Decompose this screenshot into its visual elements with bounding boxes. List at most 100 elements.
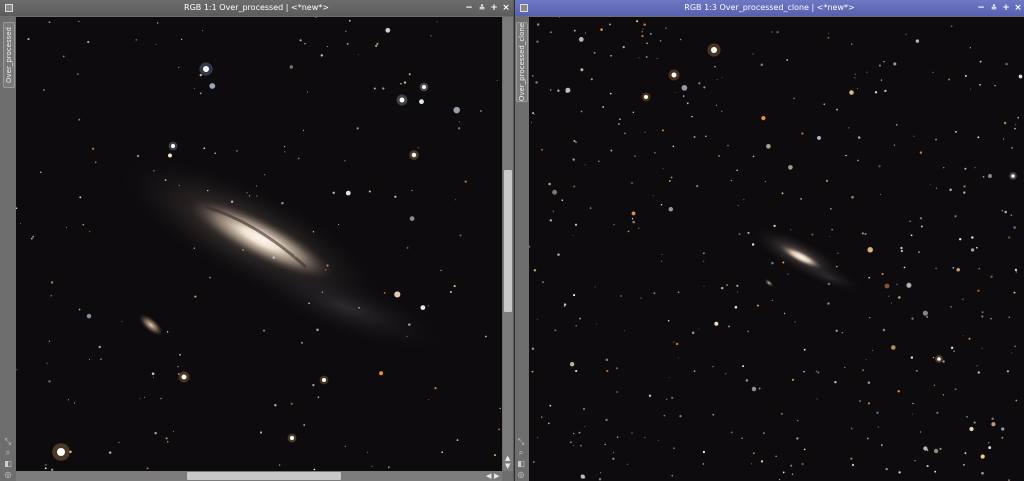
star bbox=[417, 147, 419, 149]
star bbox=[981, 347, 983, 349]
star bbox=[638, 57, 640, 59]
star bbox=[166, 440, 169, 443]
close-icon[interactable]: × bbox=[1012, 2, 1024, 14]
close-icon[interactable]: × bbox=[500, 2, 512, 14]
star bbox=[610, 149, 613, 152]
star bbox=[570, 441, 572, 444]
star bbox=[636, 20, 639, 23]
star bbox=[537, 437, 539, 439]
star bbox=[1017, 116, 1019, 119]
scroll-up-arrow-icon[interactable]: ▲ bbox=[505, 454, 510, 462]
star bbox=[536, 40, 539, 43]
preview-icon[interactable]: ◎ bbox=[516, 470, 526, 479]
image-window-over-processed-clone[interactable]: RGB 1:3 Over_processed_clone | <*new*> −… bbox=[514, 0, 1024, 481]
window-titlebar[interactable]: RGB 1:1 Over_processed | <*new*> − ⩮ + × bbox=[0, 0, 513, 16]
star bbox=[631, 211, 636, 216]
star bbox=[153, 170, 155, 172]
star bbox=[783, 312, 786, 315]
star bbox=[909, 220, 911, 222]
star bbox=[165, 437, 168, 440]
star bbox=[589, 207, 592, 209]
star bbox=[869, 316, 871, 319]
star bbox=[912, 402, 914, 405]
star bbox=[661, 260, 663, 262]
star bbox=[849, 90, 854, 95]
star bbox=[580, 474, 585, 479]
star bbox=[575, 141, 577, 144]
star bbox=[1013, 291, 1016, 294]
window-titlebar[interactable]: RGB 1:3 Over_processed_clone | <*new*> −… bbox=[515, 0, 1024, 16]
mask-icon[interactable]: ◧ bbox=[516, 459, 526, 468]
star bbox=[303, 424, 306, 426]
image-canvas[interactable] bbox=[16, 17, 502, 471]
horizontal-scrollbar[interactable]: ◀ ▶ bbox=[16, 471, 502, 481]
star bbox=[640, 297, 642, 299]
bright-star bbox=[422, 85, 426, 89]
star bbox=[531, 347, 535, 350]
restore-icon[interactable]: ⩮ bbox=[988, 2, 1000, 14]
star bbox=[584, 425, 586, 427]
scroll-left-arrow-icon[interactable]: ◀ bbox=[486, 472, 491, 480]
star bbox=[932, 356, 935, 359]
stf-icon[interactable]: ⤡ bbox=[516, 437, 526, 446]
star bbox=[827, 36, 830, 39]
star bbox=[1002, 138, 1005, 140]
star bbox=[661, 253, 663, 255]
star bbox=[663, 414, 666, 417]
star bbox=[1011, 146, 1014, 149]
star bbox=[366, 451, 369, 454]
vertical-scrollbar[interactable]: ▲ ▼ bbox=[503, 17, 513, 471]
star bbox=[934, 470, 937, 473]
star bbox=[584, 164, 586, 166]
horizontal-scroll-thumb[interactable] bbox=[187, 472, 341, 480]
star bbox=[383, 292, 386, 294]
star bbox=[781, 192, 784, 195]
preview-icon[interactable]: ◎ bbox=[3, 470, 13, 479]
scroll-down-arrow-icon[interactable]: ▼ bbox=[505, 462, 510, 470]
star bbox=[760, 63, 764, 67]
star bbox=[716, 79, 718, 80]
star bbox=[877, 426, 879, 428]
star bbox=[420, 305, 426, 311]
zoom-icon[interactable]: ⌕ bbox=[3, 448, 13, 457]
shade-icon[interactable]: − bbox=[463, 2, 475, 14]
star bbox=[935, 138, 937, 141]
view-selector-tab[interactable]: Over_processed_clone bbox=[516, 22, 528, 102]
vertical-scroll-thumb[interactable] bbox=[504, 170, 512, 312]
maximize-icon[interactable]: + bbox=[1000, 2, 1012, 14]
star bbox=[724, 373, 727, 375]
star bbox=[801, 132, 804, 135]
star bbox=[926, 449, 929, 451]
star bbox=[325, 269, 327, 271]
stf-icon[interactable]: ⤡ bbox=[3, 437, 13, 446]
star bbox=[771, 261, 774, 265]
star bbox=[747, 330, 750, 333]
star bbox=[345, 190, 351, 196]
star bbox=[981, 315, 984, 318]
star bbox=[77, 73, 79, 75]
view-selector-tab[interactable]: Over_processed bbox=[3, 22, 15, 88]
scroll-right-arrow-icon[interactable]: ▶ bbox=[494, 472, 499, 480]
star bbox=[541, 416, 543, 418]
star bbox=[50, 294, 53, 297]
star bbox=[883, 60, 885, 63]
star bbox=[867, 402, 870, 405]
star bbox=[964, 74, 967, 77]
star bbox=[835, 265, 838, 268]
image-window-over-processed[interactable]: RGB 1:1 Over_processed | <*new*> − ⩮ + ×… bbox=[0, 0, 513, 481]
star bbox=[549, 219, 552, 222]
image-canvas[interactable] bbox=[529, 17, 1024, 481]
maximize-icon[interactable]: + bbox=[488, 2, 500, 14]
restore-icon[interactable]: ⩮ bbox=[476, 2, 488, 14]
mask-icon[interactable]: ◧ bbox=[3, 459, 13, 468]
shade-icon[interactable]: − bbox=[975, 2, 987, 14]
star bbox=[880, 193, 882, 195]
star bbox=[691, 115, 693, 118]
star bbox=[734, 305, 738, 309]
star bbox=[977, 136, 980, 139]
star bbox=[1008, 316, 1010, 318]
star bbox=[157, 22, 159, 24]
zoom-icon[interactable]: ⌕ bbox=[516, 448, 526, 457]
star bbox=[409, 216, 415, 221]
star bbox=[612, 457, 615, 460]
